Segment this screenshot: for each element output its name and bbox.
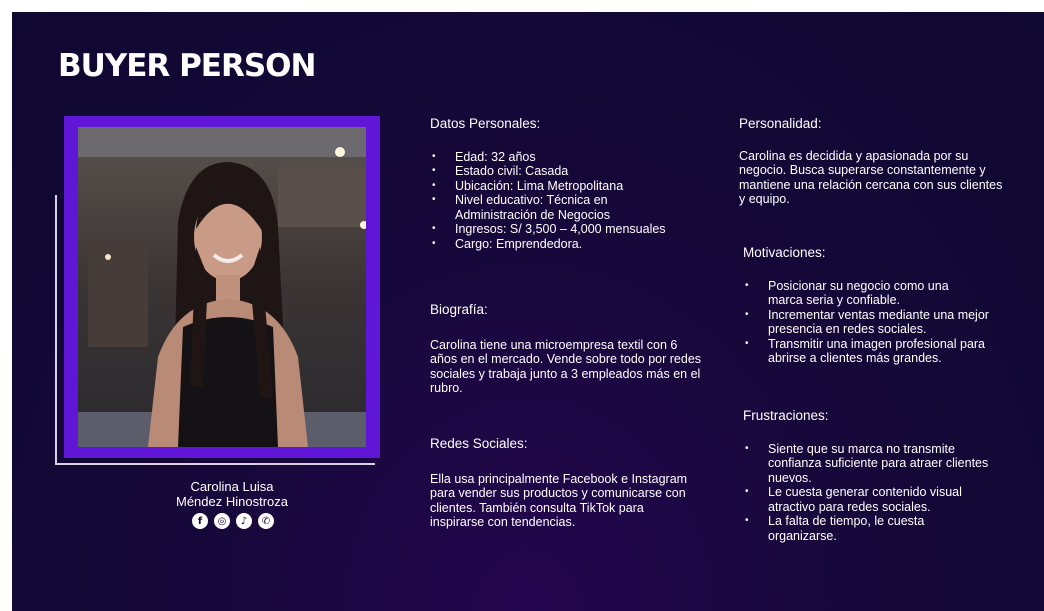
frustraciones-heading: Frustraciones:: [743, 408, 829, 423]
biografia-text: Carolina tiene una microempresa textil c…: [430, 337, 702, 396]
redes-sociales-text: Ella usa principalmente Facebook e Insta…: [430, 471, 688, 530]
tiktok-icon[interactable]: ♪: [236, 513, 252, 529]
persona-photo-illustration: [78, 127, 366, 447]
frustraciones-list: Siente que su marca no transmite confian…: [743, 442, 1015, 544]
list-item: Ingresos: S/ 3,500 – 4,000 mensuales: [430, 222, 702, 237]
list-item: Posicionar su negocio como una marca ser…: [743, 279, 978, 308]
persona-name-line2: Méndez Hinostroza: [176, 494, 288, 509]
personalidad-heading: Personalidad:: [739, 116, 822, 131]
redes-sociales-section: Redes Sociales: Ella usa principalmente …: [430, 436, 696, 530]
persona-name-line1: Carolina Luisa: [190, 479, 274, 494]
motivaciones-list: Posicionar su negocio como una marca ser…: [743, 279, 1015, 366]
datos-personales-section: Datos Personales: Edad: 32 años Estado c…: [430, 116, 702, 252]
whatsapp-icon[interactable]: ✆: [258, 513, 274, 529]
list-item: La falta de tiempo, le cuesta organizars…: [743, 514, 978, 543]
list-item: Transmitir una imagen profesional para a…: [743, 337, 1018, 366]
list-item: Incrementar ventas mediante una mejor pr…: [743, 308, 998, 337]
slide: BUYER PERSON Carolina Luisa Méndez Hinos…: [12, 12, 1044, 611]
facebook-icon[interactable]: f: [192, 513, 208, 529]
list-item: Cargo: Emprendedora.: [430, 237, 702, 252]
motivaciones-heading: Motivaciones:: [743, 245, 826, 260]
persona-name: Carolina Luisa Méndez Hinostroza: [152, 479, 312, 509]
biografia-heading: Biografía:: [430, 302, 488, 317]
instagram-icon[interactable]: ◎: [214, 513, 230, 529]
list-item: Ubicación: Lima Metropolitana: [430, 179, 702, 194]
datos-personales-list: Edad: 32 años Estado civil: Casada Ubica…: [430, 150, 702, 252]
motivaciones-section: Motivaciones: Posicionar su negocio como…: [743, 245, 1015, 366]
list-item: Nivel educativo: Técnica en Administraci…: [430, 193, 655, 222]
frustraciones-section: Frustraciones: Siente que su marca no tr…: [743, 408, 1015, 544]
redes-sociales-heading: Redes Sociales:: [430, 436, 528, 451]
list-item: Edad: 32 años: [430, 150, 702, 165]
biografia-section: Biografía: Carolina tiene una microempre…: [430, 302, 702, 396]
personalidad-text: Carolina es decidida y apasionada por su…: [739, 148, 1003, 207]
personalidad-section: Personalidad: Carolina es decidida y apa…: [739, 116, 1011, 207]
page-title: BUYER PERSON: [58, 48, 316, 84]
social-icons: f ◎ ♪ ✆: [192, 513, 274, 529]
persona-photo: [78, 127, 366, 447]
datos-personales-heading: Datos Personales:: [430, 116, 541, 131]
list-item: Le cuesta generar contenido visual atrac…: [743, 485, 1008, 514]
list-item: Estado civil: Casada: [430, 164, 702, 179]
list-item: Siente que su marca no transmite confian…: [743, 442, 996, 486]
